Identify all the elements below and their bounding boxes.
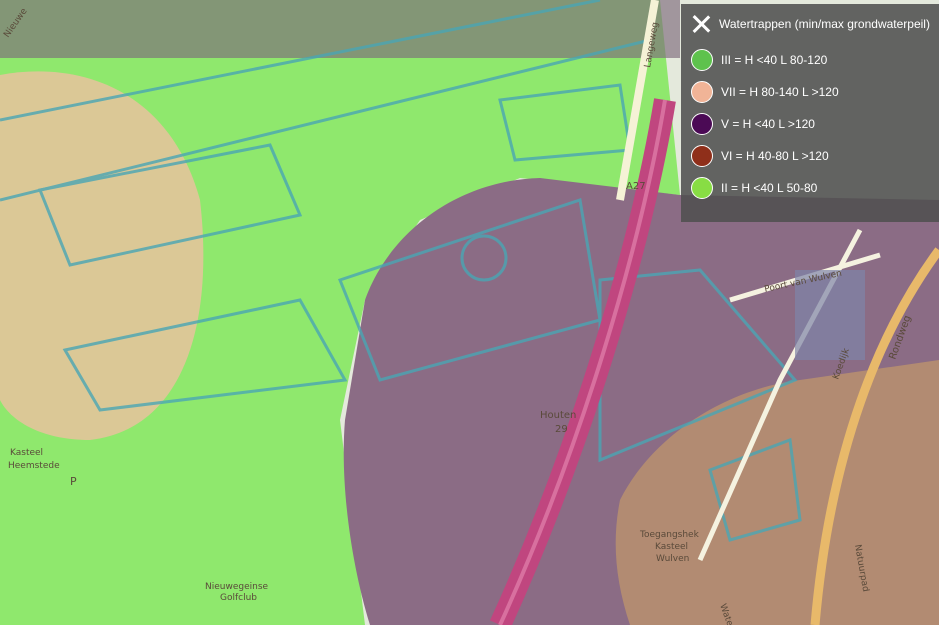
label-toegangshek-1: Toegangshek <box>639 530 700 540</box>
legend-label: II = H <40 L 50-80 <box>721 181 818 195</box>
legend-item-ii: II = H <40 L 50-80 <box>691 172 939 204</box>
legend-label: V = H <40 L >120 <box>721 117 815 131</box>
label-toegangshek-3: Wulven <box>656 554 689 564</box>
label-heemstede: Heemstede <box>8 461 60 471</box>
legend-title: Watertrappen (min/max grondwaterpeil) <box>719 17 930 31</box>
legend-swatch <box>691 49 713 71</box>
label-golfclub-1: Nieuwegeinse <box>205 582 269 592</box>
legend-label: VI = H 40-80 L >120 <box>721 149 829 163</box>
legend-swatch <box>691 145 713 167</box>
label-toegangshek-2: Kasteel <box>655 542 688 552</box>
legend-swatch <box>691 81 713 103</box>
label-a27: A27 <box>626 181 646 192</box>
label-kasteel: Kasteel <box>10 448 43 458</box>
legend-header: Watertrappen (min/max grondwaterpeil) <box>681 4 939 44</box>
legend-label: III = H <40 L 80-120 <box>721 53 828 67</box>
label-golfclub-2: Golfclub <box>220 593 257 603</box>
legend-items: III = H <40 L 80-120 VII = H 80-140 L >1… <box>681 44 939 204</box>
legend-item-vi: VI = H 40-80 L >120 <box>691 140 939 172</box>
legend-panel: Watertrappen (min/max grondwaterpeil) II… <box>681 4 939 222</box>
legend-item-iii: III = H <40 L 80-120 <box>691 44 939 76</box>
legend-item-v: V = H <40 L >120 <box>691 108 939 140</box>
legend-swatch <box>691 113 713 135</box>
close-icon[interactable] <box>691 14 711 34</box>
legend-item-vii: VII = H 80-140 L >120 <box>691 76 939 108</box>
zone-dark-top <box>0 0 680 58</box>
label-parking: P <box>70 475 77 488</box>
label-houten: Houten <box>540 410 576 421</box>
label-exit-29: 29 <box>555 424 568 435</box>
legend-swatch <box>691 177 713 199</box>
legend-label: VII = H 80-140 L >120 <box>721 85 839 99</box>
